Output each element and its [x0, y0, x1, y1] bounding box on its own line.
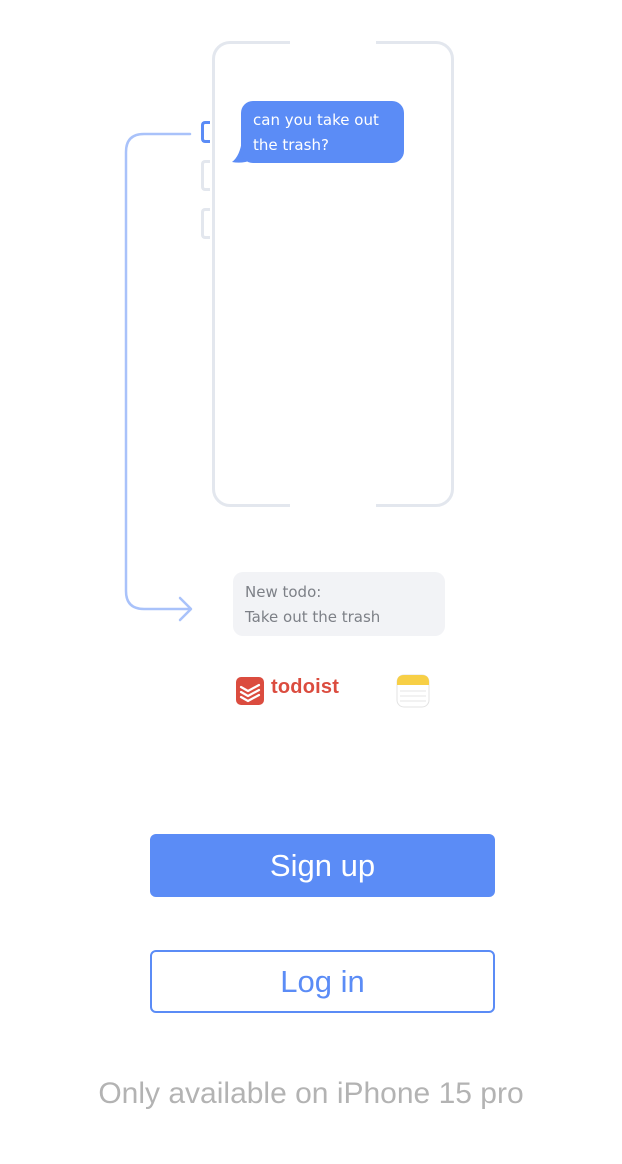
log-in-button[interactable]: Log in	[150, 950, 495, 1013]
todo-card-text: Take out the trash	[245, 608, 381, 626]
todoist-logo-icon	[236, 677, 264, 705]
sign-up-button[interactable]: Sign up	[150, 834, 495, 897]
availability-note: Only available on iPhone 15 pro	[98, 1077, 524, 1110]
todoist-wordmark: todoist	[271, 676, 340, 698]
notes-app-icon	[396, 674, 430, 708]
message-bubble: can you take out the trash?	[241, 101, 404, 163]
todo-card: New todo: Take out the trash	[233, 572, 445, 636]
todo-card-title: New todo:	[245, 583, 322, 601]
message-bubble-text: can you take out the trash?	[253, 111, 379, 154]
